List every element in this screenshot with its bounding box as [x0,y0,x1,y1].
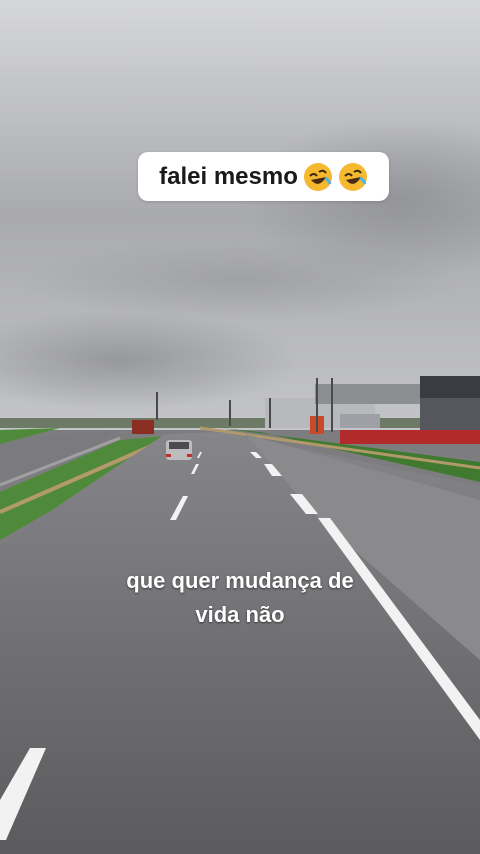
horizon [0,418,480,428]
road-scene-photo [0,0,480,854]
rolling-on-floor-laughing-emoji-icon [338,162,367,191]
truck [132,420,154,434]
cloud [20,240,460,320]
car [166,440,192,460]
rolling-on-floor-laughing-emoji-icon [303,162,332,191]
subtitle-line-2: vida não [195,602,285,627]
top-caption-sticker: falei mesmo [138,152,389,201]
subtitle: que quer mudança de vida não [80,564,400,632]
top-caption-text: falei mesmo [159,162,298,190]
subtitle-line-1: que quer mudança de [126,568,354,593]
